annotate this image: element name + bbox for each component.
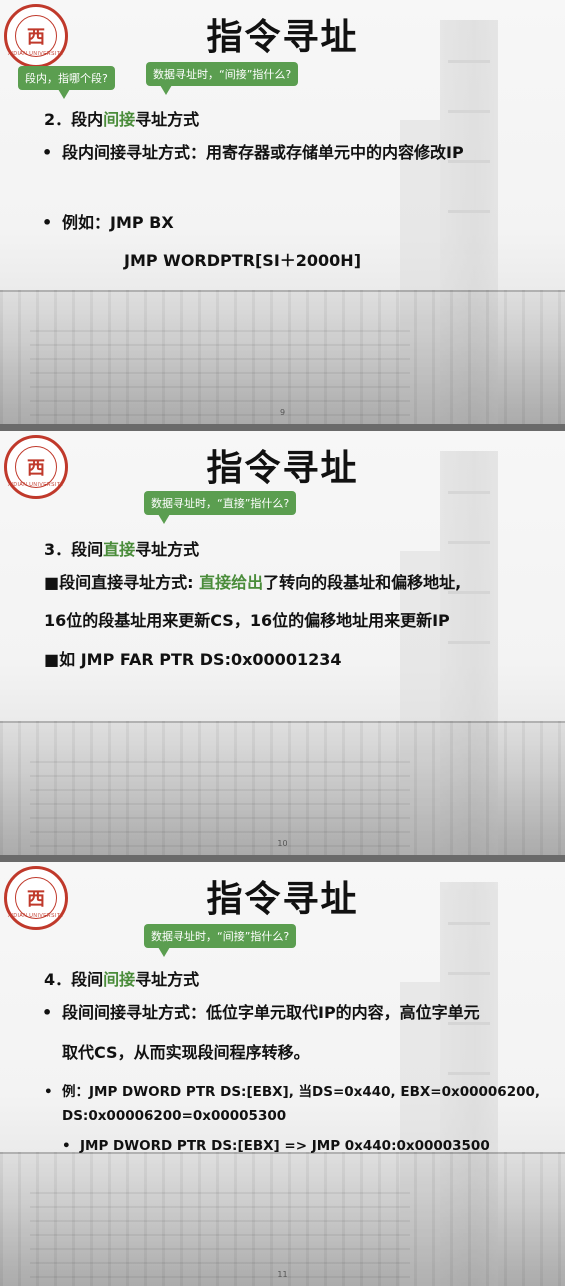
body-line: ■段间直接寻址方式: 直接给出了转向的段基址和偏移地址, bbox=[44, 573, 462, 592]
body-line: 取代CS，从而实现段间程序转移。 bbox=[62, 1043, 310, 1062]
body-line: DS:0x00006200=0x00005300 bbox=[62, 1108, 287, 1124]
page-number: 11 bbox=[277, 1270, 288, 1279]
slide-title: 指令寻址 bbox=[206, 448, 359, 489]
callout-bubble: 数据寻址时，“间接”指什么? bbox=[144, 924, 297, 957]
section-heading: 3．段间直接寻址方式 bbox=[44, 540, 200, 559]
slide-title: 指令寻址 bbox=[206, 17, 359, 58]
page-number: 10 bbox=[277, 839, 288, 848]
callout-bubble: 数据寻址时，“间接”指什么? bbox=[146, 62, 299, 95]
callout-bubble: 段内，指哪个段? bbox=[18, 66, 115, 99]
bullet-line: • 段间间接寻址方式：低位字单元取代IP的内容，高位字单元 bbox=[42, 1003, 480, 1022]
section-heading: 2．段内间接寻址方式 bbox=[44, 110, 200, 129]
callout-bubble: 数据寻址时，“直接”指什么? bbox=[144, 491, 297, 524]
slide-title: 指令寻址 bbox=[206, 879, 359, 920]
slide-9: 西 XIDIAN UNIVERSITY 指令寻址 段内，指哪个段? 数据寻址时，… bbox=[0, 0, 565, 424]
bullet-line: • 例：JMP DWORD PTR DS:[EBX], 当DS=0x440, EB… bbox=[44, 1084, 540, 1100]
slide-divider bbox=[0, 424, 565, 431]
bullet-line: • 例如：JMP BX bbox=[42, 213, 174, 232]
slide-divider bbox=[0, 855, 565, 862]
body-line: ■如 JMP FAR PTR DS:0x00001234 bbox=[44, 650, 342, 669]
sub-bullet-line: • JMP DWORD PTR DS:[EBX] => JMP 0x440:0x0… bbox=[62, 1138, 490, 1154]
code-line: JMP WORDPTR[SI＋2000H] bbox=[124, 251, 362, 270]
bullet-line: • 段内间接寻址方式：用寄存器或存储单元中的内容修改IP bbox=[42, 143, 464, 162]
slide-10: 西 XIDIAN UNIVERSITY 指令寻址 数据寻址时，“直接”指什么? … bbox=[0, 431, 565, 855]
page-number: 9 bbox=[279, 408, 286, 417]
slide-11: 西 XIDIAN UNIVERSITY 指令寻址 数据寻址时，“间接”指什么? … bbox=[0, 862, 565, 1286]
section-heading: 4．段间间接寻址方式 bbox=[44, 970, 200, 989]
body-line: 16位的段基址用来更新CS，16位的偏移地址用来更新IP bbox=[44, 611, 450, 630]
